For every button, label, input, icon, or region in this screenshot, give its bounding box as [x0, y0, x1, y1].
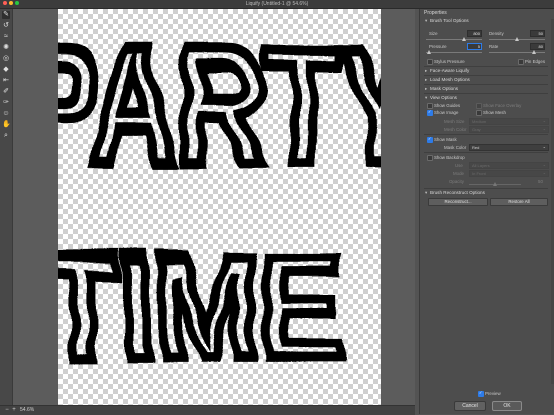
size-label: Size — [429, 31, 438, 36]
twirl-tool-icon[interactable]: ✺ — [2, 44, 10, 52]
section-label: View Options — [430, 95, 457, 100]
pressure-input[interactable]: 5 — [467, 43, 482, 50]
panel-title: Properties — [424, 10, 447, 16]
mask-color-select[interactable]: Red — [469, 144, 549, 151]
show-mask-label: Show Mask — [434, 137, 457, 142]
section-face-aware-liquify[interactable]: ▸ Face-Aware Liquify — [425, 68, 469, 74]
reconstruct-tool-icon[interactable]: ↺ — [2, 22, 10, 30]
divider — [424, 134, 548, 135]
section-view-options[interactable]: ▾ View Options — [425, 95, 457, 101]
zoom-out-button[interactable]: − — [4, 407, 10, 413]
mesh-color-select[interactable]: Gray — [469, 126, 549, 133]
section-label: Brush Reconstruct Options — [430, 190, 485, 195]
size-slider[interactable] — [426, 37, 482, 41]
zoom-tool-icon[interactable]: ⌕ — [2, 132, 10, 140]
section-brush-tool-options[interactable]: ▾ Brush Tool Options — [425, 18, 469, 24]
stylus-pressure-checkbox[interactable] — [427, 59, 433, 65]
section-label: Mask Options — [430, 86, 459, 91]
divider — [424, 66, 548, 67]
properties-panel: Properties ▾ Brush Tool Options Size 800 … — [419, 9, 554, 414]
rate-input[interactable]: 80 — [530, 43, 545, 50]
pressure-slider[interactable] — [426, 50, 482, 54]
divider — [424, 84, 548, 85]
face-tool-icon[interactable]: ☺ — [2, 110, 10, 118]
section-label: Brush Tool Options — [430, 18, 469, 23]
divider — [424, 75, 548, 76]
rate-slider[interactable] — [489, 50, 545, 54]
divider — [424, 93, 548, 94]
opacity-label: Opacity — [449, 179, 464, 184]
show-mesh-checkbox[interactable] — [476, 110, 482, 116]
mode-select[interactable]: In Front — [469, 170, 549, 177]
opacity-slider[interactable] — [469, 182, 521, 186]
show-image-label: Show Image — [434, 110, 459, 115]
zoom-level[interactable]: 54.6% — [20, 407, 34, 414]
density-slider-thumb[interactable] — [515, 37, 519, 41]
rate-slider-thumb[interactable] — [531, 50, 536, 54]
restore-all-button[interactable]: Restore All — [490, 198, 548, 206]
preview-label: Preview — [485, 391, 501, 396]
pucker-tool-icon[interactable]: ◎ — [2, 55, 10, 63]
section-brush-reconstruct-options[interactable]: ▾ Brush Reconstruct Options — [425, 190, 485, 196]
show-face-overlay-label: Show Face Overlay — [483, 103, 522, 108]
mode-label: Mode — [453, 171, 464, 176]
push-left-tool-icon[interactable]: ⇤ — [2, 77, 10, 85]
title-bar: Liquify (Untitled-1 @ 54.6%) — [0, 0, 554, 9]
artwork-text-line2: TIME — [58, 225, 342, 392]
cancel-button[interactable]: Cancel — [454, 401, 486, 411]
liquify-toolbar: ✎ ↺ ≈ ✺ ◎ ◆ ⇤ ✐ ✑ ☺ ✋ ⌕ — [0, 9, 13, 414]
section-label: Face-Aware Liquify — [430, 68, 470, 73]
mesh-size-label: Mesh Size — [444, 119, 465, 124]
size-slider-thumb[interactable] — [462, 37, 467, 41]
density-input[interactable]: 50 — [530, 30, 545, 37]
opacity-slider-thumb[interactable] — [493, 182, 497, 186]
mesh-size-select[interactable]: Medium — [469, 118, 549, 125]
show-backdrop-label: Show Backdrop — [434, 155, 465, 160]
pin-edges-checkbox[interactable] — [518, 59, 524, 65]
zoom-in-button[interactable]: + — [11, 407, 17, 413]
hand-tool-icon[interactable]: ✋ — [2, 121, 11, 129]
smooth-tool-icon[interactable]: ≈ — [2, 33, 10, 41]
freeze-mask-tool-icon[interactable]: ✐ — [2, 88, 10, 96]
opacity-value: 50 — [538, 179, 543, 184]
preview-checkbox[interactable] — [478, 390, 484, 397]
canvas-area[interactable]: PARTY TIME — [13, 9, 415, 407]
show-image-checkbox[interactable] — [427, 109, 433, 116]
show-mask-checkbox[interactable] — [427, 136, 433, 143]
pressure-slider-thumb[interactable] — [426, 50, 431, 54]
window-title: Liquify (Untitled-1 @ 54.6%) — [245, 1, 309, 7]
section-load-mesh-options[interactable]: ▸ Load Mesh Options — [425, 77, 470, 83]
show-guides-label: Show Guides — [434, 103, 461, 108]
forward-warp-tool-icon[interactable]: ✎ — [2, 11, 10, 19]
density-slider[interactable] — [489, 37, 545, 41]
show-face-overlay-checkbox[interactable] — [476, 103, 482, 109]
rate-label: Rate — [489, 44, 499, 49]
density-label: Density — [489, 31, 504, 36]
show-backdrop-checkbox[interactable] — [427, 155, 433, 161]
divider — [424, 152, 548, 153]
pressure-label: Pressure — [429, 44, 447, 49]
mask-color-label: Mask Color — [444, 145, 467, 150]
divider — [424, 188, 548, 189]
pin-edges-label: Pin Edges — [525, 59, 546, 64]
reconstruct-button[interactable]: Reconstruct... — [428, 198, 488, 206]
size-input[interactable]: 800 — [467, 30, 482, 37]
ok-button[interactable]: OK — [492, 401, 522, 411]
document-canvas[interactable]: PARTY TIME — [58, 9, 381, 407]
liquified-artwork: PARTY TIME — [58, 10, 381, 398]
mesh-color-label: Mesh Color — [444, 127, 467, 132]
use-select[interactable]: All Layers — [469, 162, 549, 169]
stylus-pressure-label: Stylus Pressure — [434, 59, 465, 64]
section-mask-options[interactable]: ▸ Mask Options — [425, 86, 458, 92]
use-label: Use — [455, 163, 463, 168]
artwork-text-line1: PARTY — [58, 15, 381, 196]
show-mesh-label: Show Mesh — [483, 110, 506, 115]
bloat-tool-icon[interactable]: ◆ — [2, 66, 10, 74]
section-label: Load Mesh Options — [430, 77, 470, 82]
thaw-mask-tool-icon[interactable]: ✑ — [2, 99, 10, 107]
